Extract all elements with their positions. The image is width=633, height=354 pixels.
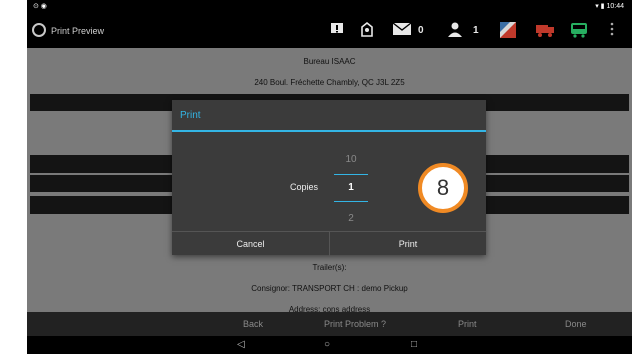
back-action-button[interactable]: Back: [243, 319, 263, 329]
copies-label: Copies: [290, 182, 319, 192]
dialog-title-divider: [172, 130, 486, 132]
doc-line-company: Bureau ISAAC: [303, 57, 356, 66]
app-title: Print Preview: [51, 26, 105, 36]
clock-text: 10:44: [606, 3, 624, 10]
print-problem-button[interactable]: Print Problem ?: [324, 319, 386, 329]
system-home-icon[interactable]: ○: [324, 339, 330, 350]
dialog-button-row: Cancel Print: [172, 231, 486, 256]
app-logo-icon[interactable]: [32, 23, 46, 37]
green-truck-icon[interactable]: [570, 22, 588, 38]
step-number-badge: 8: [418, 163, 468, 213]
print-button[interactable]: Print: [330, 232, 486, 256]
rank-icon[interactable]: [360, 21, 374, 38]
status-time: ▾ ▮ 10:44: [595, 2, 624, 10]
status-bar: ⊙ ◉ ▾ ▮ 10:44: [27, 0, 632, 12]
system-navigation-bar: ◁ ○ □: [27, 336, 632, 354]
copies-picker-next[interactable]: 2: [334, 213, 368, 224]
battery-icon: ▮: [600, 3, 605, 10]
print-action-button[interactable]: Print: [458, 319, 477, 329]
app-bar: Print Preview 0 1: [27, 12, 632, 48]
mail-count: 0: [418, 25, 424, 36]
wifi-icon: ▾: [595, 3, 599, 10]
cancel-button[interactable]: Cancel: [172, 232, 329, 256]
person-count: 1: [473, 25, 479, 36]
dialog-title: Print: [180, 110, 201, 121]
red-truck-icon[interactable]: [535, 22, 555, 38]
alert-icon[interactable]: [330, 22, 344, 38]
system-recents-icon[interactable]: □: [411, 339, 417, 350]
sync-status-icon[interactable]: [500, 22, 516, 38]
doc-line-consignor: Consignor: TRANSPORT CH : demo Pickup: [251, 284, 408, 293]
doc-line-trailer: Trailer(s):: [312, 263, 347, 272]
device-screen: ⊙ ◉ ▾ ▮ 10:44 Print Preview 0 1 Bureau I…: [27, 0, 632, 354]
done-button[interactable]: Done: [565, 319, 587, 329]
bottom-action-bar: Back Print Problem ? Print Done: [27, 312, 632, 336]
system-back-icon[interactable]: ◁: [237, 339, 245, 350]
doc-line-address: 240 Boul. Fréchette Chambly, QC J3L 2Z5: [254, 78, 405, 87]
picker-divider-top: [334, 174, 368, 175]
mail-icon[interactable]: [392, 22, 412, 38]
picker-divider-bottom: [334, 201, 368, 202]
person-icon[interactable]: [446, 22, 464, 38]
status-left-icons: ⊙ ◉: [33, 3, 47, 10]
overflow-menu-icon[interactable]: [610, 22, 614, 38]
copies-picker-prev[interactable]: 10: [334, 154, 368, 165]
copies-picker-value[interactable]: 1: [334, 182, 368, 193]
